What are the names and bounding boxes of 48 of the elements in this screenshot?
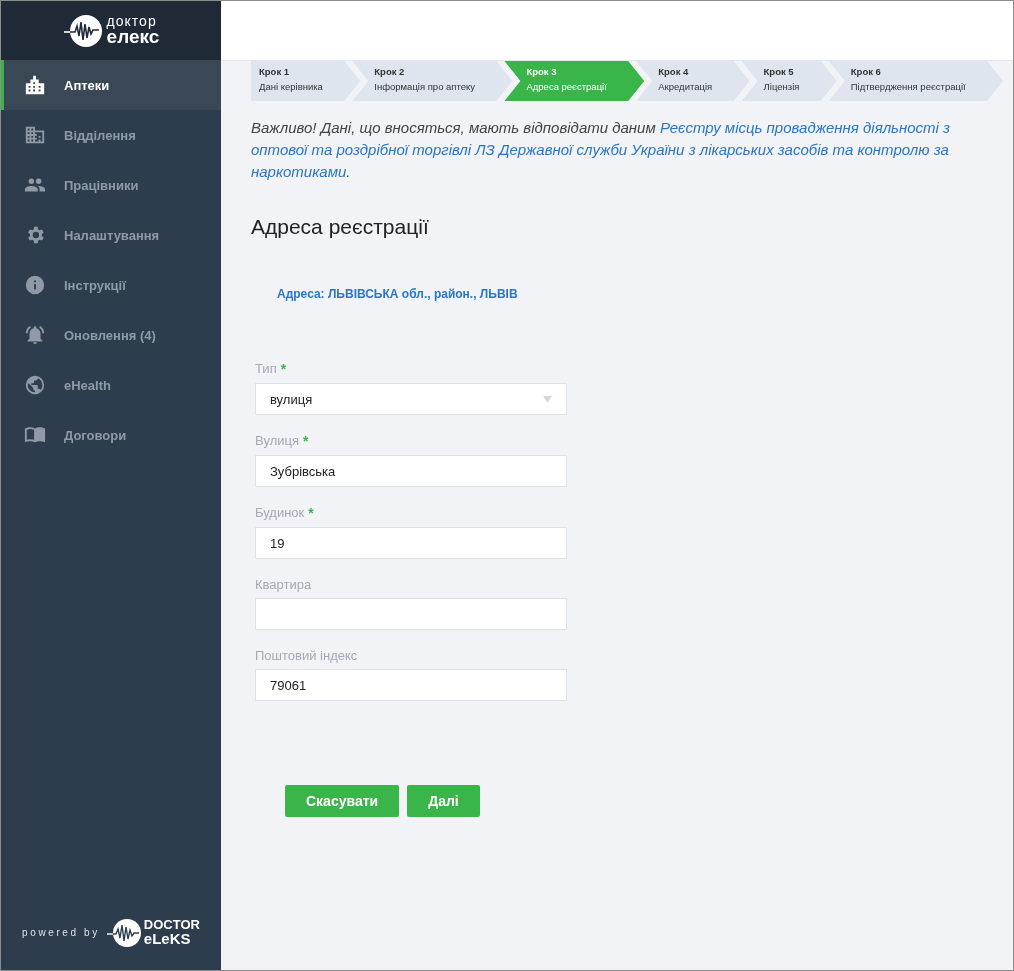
field-label: Поштовий індекс bbox=[255, 648, 358, 663]
sidebar-item[interactable]: Інструкції bbox=[1, 260, 221, 310]
brand-text: eLeKS bbox=[143, 931, 192, 946]
step-tab[interactable]: Крок 6 Підтвердження реєстрації bbox=[828, 61, 1004, 101]
globe-icon bbox=[24, 374, 46, 396]
sidebar-item[interactable]: Працівники bbox=[1, 160, 221, 210]
input-field[interactable]: Зубрівська bbox=[255, 455, 567, 487]
sidebar-item[interactable]: eHealth bbox=[1, 360, 221, 410]
powered-by-text: powered by bbox=[22, 927, 100, 938]
sidebar-item[interactable]: Налаштування bbox=[1, 210, 221, 260]
sidebar-item[interactable]: Оновлення (4) bbox=[1, 310, 221, 360]
registry-link[interactable]: Реєстру місць провадження діяльності з bbox=[659, 119, 951, 136]
dropdown-arrow-icon bbox=[543, 395, 552, 403]
field-label: Будинок bbox=[255, 505, 305, 521]
required-mark: * bbox=[308, 505, 314, 521]
page-heading: Адреса реєстрації bbox=[251, 215, 430, 239]
office-icon bbox=[24, 124, 46, 146]
field-label: Вулиця bbox=[255, 433, 300, 449]
step-tab[interactable]: Крок 4 Акредитація bbox=[636, 61, 750, 101]
input-field[interactable]: 79061 bbox=[255, 669, 567, 701]
required-mark: * bbox=[280, 361, 287, 377]
step-tab[interactable]: Крок 2 Інформація про аптеку bbox=[352, 61, 513, 101]
pulse-logo-icon bbox=[105, 917, 142, 948]
logo-text: доктор bbox=[106, 14, 158, 29]
sidebar-item[interactable]: Договори bbox=[1, 410, 221, 460]
input-field[interactable] bbox=[255, 598, 567, 630]
bell-icon bbox=[24, 324, 46, 346]
field-label: Квартира bbox=[255, 577, 312, 592]
pulse-logo-icon bbox=[62, 13, 103, 48]
registry-link[interactable]: оптової та роздрібної торгівлі ЛЗ Державної служби України з лікарських засобів та контролю за bbox=[251, 141, 949, 158]
cancel-button[interactable]: Скасувати bbox=[285, 785, 400, 817]
required-mark: * bbox=[303, 433, 309, 449]
info-icon bbox=[24, 274, 46, 296]
address-text: Адреса: ЛЬВІВСЬКА обл., район., ЛЬВІВ bbox=[277, 287, 519, 301]
building-icon bbox=[24, 74, 46, 96]
sidebar-item[interactable]: Відділення bbox=[1, 110, 221, 160]
registry-link[interactable]: наркотиками bbox=[251, 163, 347, 180]
field-label: Тип bbox=[255, 361, 277, 377]
sidebar-item[interactable]: Аптеки bbox=[1, 60, 221, 110]
notice-text: Важливо! Дані, що вносяться, мають відповідати даним Реєстру місць провадження діяльності з оптової та роздрібної торгівлі ЛЗ Державної служби України з лікарських засобів та контролю за наркотиками. bbox=[251, 118, 952, 182]
next-button[interactable]: Далі bbox=[407, 785, 480, 817]
logo-text: елекс bbox=[106, 28, 160, 47]
step-tab[interactable]: Крок 5 Ліцензія bbox=[741, 61, 837, 101]
step-tab[interactable]: Крок 1 Дані керівника bbox=[251, 61, 361, 101]
input-field[interactable]: 19 bbox=[255, 527, 567, 559]
brand-text: DOCTOR bbox=[143, 919, 200, 932]
step-tab[interactable]: Крок 3 Адреса реєстрації bbox=[504, 61, 645, 101]
select-field[interactable]: вулиця bbox=[255, 383, 567, 415]
